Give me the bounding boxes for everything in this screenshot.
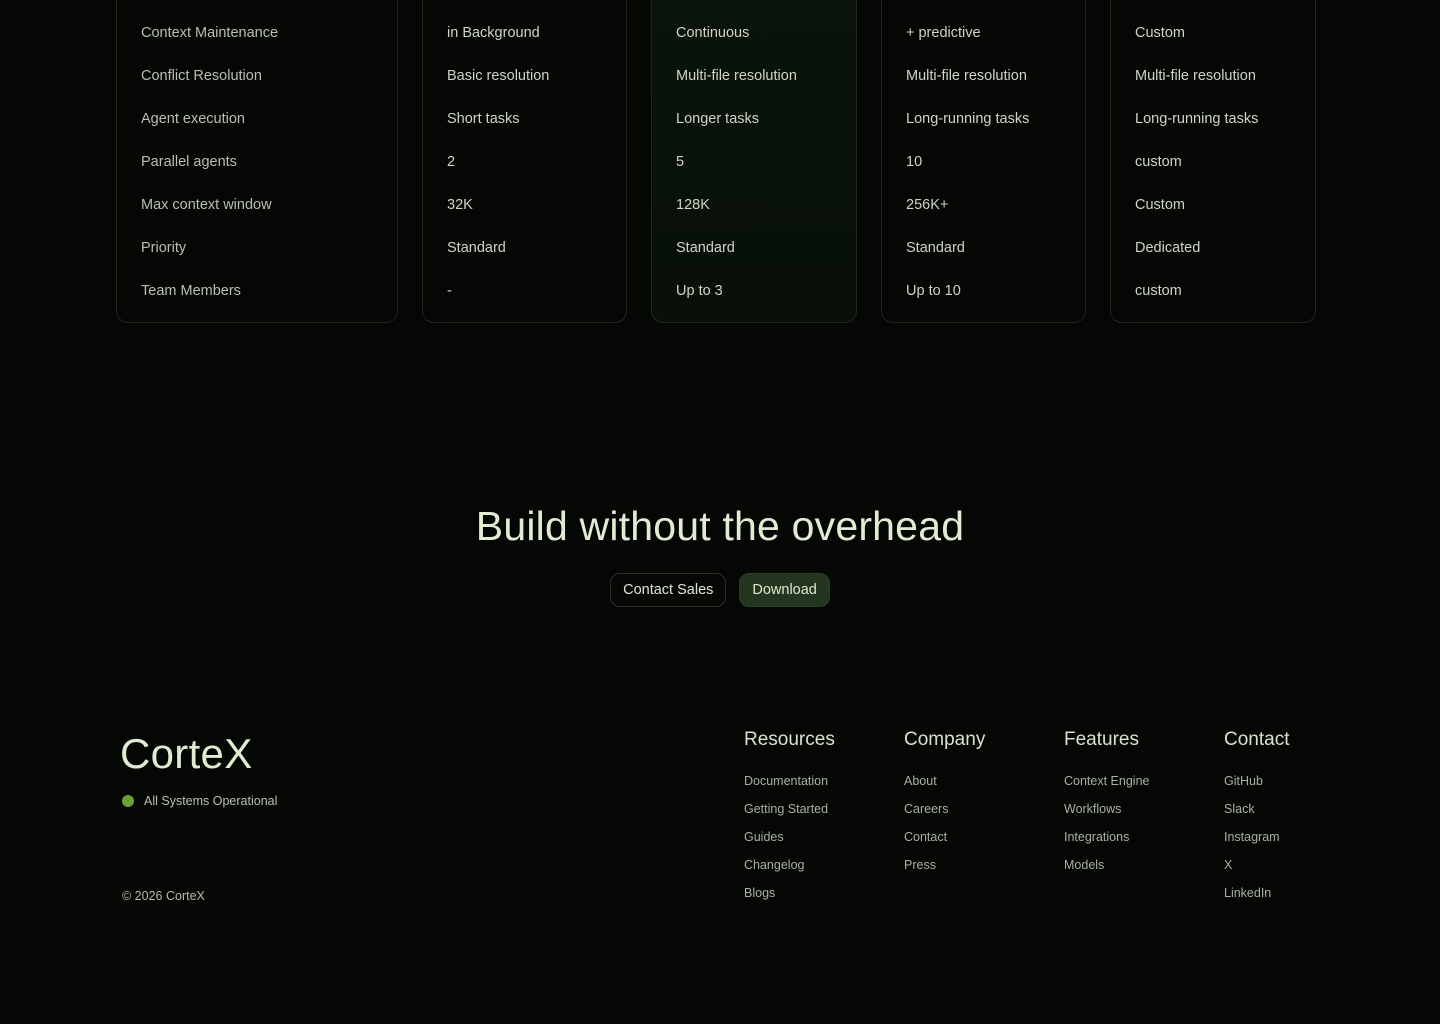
feature-label: Priority bbox=[141, 240, 187, 256]
contact-sales-button[interactable]: Contact Sales bbox=[610, 573, 727, 607]
footer-link-about[interactable]: About bbox=[904, 772, 1054, 800]
plan-value: Up to 10 bbox=[906, 283, 961, 299]
plan-value: Standard bbox=[906, 240, 965, 256]
plan-value: Continuous bbox=[676, 25, 750, 41]
footer-column-heading: Resources bbox=[744, 729, 835, 750]
status-text: All Systems Operational bbox=[144, 794, 278, 808]
footer-link-instagram[interactable]: Instagram bbox=[1224, 828, 1374, 856]
page: Context Maintenance Conflict Resolution … bbox=[0, 0, 1440, 1024]
plan-value: 32K bbox=[447, 197, 473, 213]
brand-logo[interactable]: CorteX bbox=[120, 730, 253, 778]
plan-value: Short tasks bbox=[447, 111, 520, 127]
feature-labels-list: Context Maintenance Conflict Resolution … bbox=[117, 21, 397, 322]
plan-value: 2 bbox=[447, 154, 456, 170]
plan-value: Multi-file resolution bbox=[1135, 68, 1256, 84]
footer-link-x[interactable]: X bbox=[1224, 856, 1374, 884]
cta-buttons: Contact Sales Download bbox=[0, 573, 1440, 607]
footer-link-linkedin[interactable]: LinkedIn bbox=[1224, 884, 1374, 912]
plan-values-list: Custom Multi-file resolution Long-runnin… bbox=[1111, 21, 1315, 322]
plan-value: custom bbox=[1135, 154, 1182, 170]
footer-column-heading: Features bbox=[1064, 729, 1139, 750]
footer-link-list: Documentation Getting Started Guides Cha… bbox=[744, 772, 894, 912]
footer-link-list: About Careers Contact Press bbox=[904, 772, 1054, 884]
footer-link-integrations[interactable]: Integrations bbox=[1064, 828, 1214, 856]
footer-link-slack[interactable]: Slack bbox=[1224, 800, 1374, 828]
feature-label: Conflict Resolution bbox=[141, 68, 262, 84]
footer-column-resources: Resources Documentation Getting Started … bbox=[744, 728, 894, 912]
plan-value: Longer tasks bbox=[676, 111, 760, 127]
footer-column-features: Features Context Engine Workflows Integr… bbox=[1064, 728, 1214, 884]
plan-value: Custom bbox=[1135, 197, 1185, 213]
feature-label: Parallel agents bbox=[141, 154, 237, 170]
plan-value: + predictive bbox=[906, 25, 981, 41]
footer-link-contact[interactable]: Contact bbox=[904, 828, 1054, 856]
plan-values-list: + predictive Multi-file resolution Long-… bbox=[882, 21, 1085, 322]
footer-link-list: Context Engine Workflows Integrations Mo… bbox=[1064, 772, 1214, 884]
footer-link-list: GitHub Slack Instagram X LinkedIn bbox=[1224, 772, 1374, 912]
footer-link-github[interactable]: GitHub bbox=[1224, 772, 1374, 800]
footer-link-press[interactable]: Press bbox=[904, 856, 1054, 884]
footer-link-documentation[interactable]: Documentation bbox=[744, 772, 894, 800]
plan-card-3: + predictive Multi-file resolution Long-… bbox=[881, 0, 1086, 323]
plan-card-2-highlighted: Continuous Multi-file resolution Longer … bbox=[651, 0, 857, 323]
plan-value: Multi-file resolution bbox=[676, 68, 797, 84]
plan-value: Multi-file resolution bbox=[906, 68, 1027, 84]
footer-link-changelog[interactable]: Changelog bbox=[744, 856, 894, 884]
plan-value: Long-running tasks bbox=[906, 111, 1030, 127]
footer-link-context-engine[interactable]: Context Engine bbox=[1064, 772, 1214, 800]
plan-value: - bbox=[447, 283, 452, 299]
plan-value: Up to 3 bbox=[676, 283, 723, 299]
cta-title: Build without the overhead bbox=[475, 503, 965, 549]
plan-value: Dedicated bbox=[1135, 240, 1201, 256]
feature-label: Team Members bbox=[141, 283, 241, 299]
system-status[interactable]: All Systems Operational bbox=[122, 794, 277, 808]
plan-value: custom bbox=[1135, 283, 1182, 299]
plan-value: 256K+ bbox=[906, 197, 949, 213]
plan-value: Long-running tasks bbox=[1135, 111, 1259, 127]
feature-label: Max context window bbox=[141, 197, 272, 213]
plan-value: Basic resolution bbox=[447, 68, 550, 84]
footer-link-careers[interactable]: Careers bbox=[904, 800, 1054, 828]
footer-link-models[interactable]: Models bbox=[1064, 856, 1214, 884]
download-button[interactable]: Download bbox=[739, 573, 830, 607]
footer-link-guides[interactable]: Guides bbox=[744, 828, 894, 856]
plan-value: in Background bbox=[447, 25, 540, 41]
footer-column-company: Company About Careers Contact Press bbox=[904, 728, 1054, 884]
feature-label: Context Maintenance bbox=[141, 25, 279, 41]
footer-link-blogs[interactable]: Blogs bbox=[744, 884, 894, 912]
plan-values-list: Continuous Multi-file resolution Longer … bbox=[652, 21, 856, 322]
footer-column-heading: Contact bbox=[1224, 729, 1290, 750]
status-dot-icon bbox=[122, 795, 134, 807]
footer-link-workflows[interactable]: Workflows bbox=[1064, 800, 1214, 828]
plan-values-list: in Background Basic resolution Short tas… bbox=[423, 21, 626, 322]
footer-link-getting-started[interactable]: Getting Started bbox=[744, 800, 894, 828]
plan-card-4: Custom Multi-file resolution Long-runnin… bbox=[1110, 0, 1316, 323]
plan-value: Custom bbox=[1135, 25, 1185, 41]
feature-label: Agent execution bbox=[141, 111, 245, 127]
plan-card-1: in Background Basic resolution Short tas… bbox=[422, 0, 627, 323]
copyright: © 2026 CorteX bbox=[122, 889, 205, 903]
feature-labels-card: Context Maintenance Conflict Resolution … bbox=[116, 0, 398, 323]
plan-value: Standard bbox=[676, 240, 735, 256]
plan-value: Standard bbox=[447, 240, 506, 256]
plan-value: 128K bbox=[676, 197, 710, 213]
plan-value: 10 bbox=[906, 154, 923, 170]
footer-column-contact: Contact GitHub Slack Instagram X LinkedI… bbox=[1224, 728, 1374, 912]
plan-value: 5 bbox=[676, 154, 685, 170]
footer-column-heading: Company bbox=[904, 729, 986, 750]
